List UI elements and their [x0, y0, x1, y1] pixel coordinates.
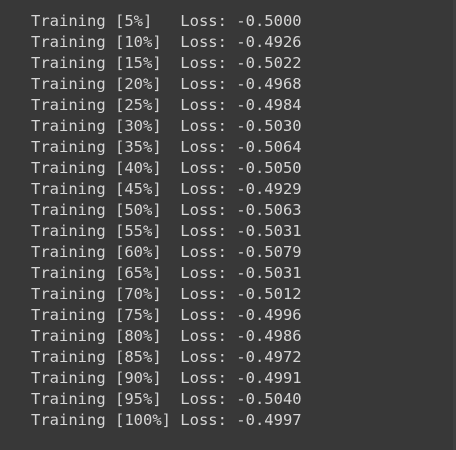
output-line: Training [20%] Loss: -0.4968 [31, 75, 302, 93]
output-line: Training [40%] Loss: -0.5050 [31, 159, 302, 177]
output-line: Training [5%] Loss: -0.5000 [31, 12, 302, 30]
output-line: Training [25%] Loss: -0.4984 [31, 96, 302, 114]
output-line: Training [45%] Loss: -0.4929 [31, 180, 302, 198]
cell-output-panel: Training [5%] Loss: -0.5000 Training [10… [0, 0, 456, 450]
output-line: Training [95%] Loss: -0.5040 [31, 390, 302, 408]
output-line: Training [80%] Loss: -0.4986 [31, 327, 302, 345]
output-line: Training [90%] Loss: -0.4991 [31, 369, 302, 387]
output-line: Training [100%] Loss: -0.4997 [31, 411, 302, 429]
output-line: Training [70%] Loss: -0.5012 [31, 285, 302, 303]
output-line: Training [10%] Loss: -0.4926 [31, 33, 302, 51]
output-line: Training [75%] Loss: -0.4996 [31, 306, 302, 324]
output-lines: Training [5%] Loss: -0.5000 Training [10… [31, 11, 302, 431]
output-line: Training [30%] Loss: -0.5030 [31, 117, 302, 135]
output-line: Training [85%] Loss: -0.4972 [31, 348, 302, 366]
output-line: Training [50%] Loss: -0.5063 [31, 201, 302, 219]
output-line: Training [35%] Loss: -0.5064 [31, 138, 302, 156]
output-line: Training [55%] Loss: -0.5031 [31, 222, 302, 240]
output-line: Training [65%] Loss: -0.5031 [31, 264, 302, 282]
output-line: Training [15%] Loss: -0.5022 [31, 54, 302, 72]
output-line: Training [60%] Loss: -0.5079 [31, 243, 302, 261]
